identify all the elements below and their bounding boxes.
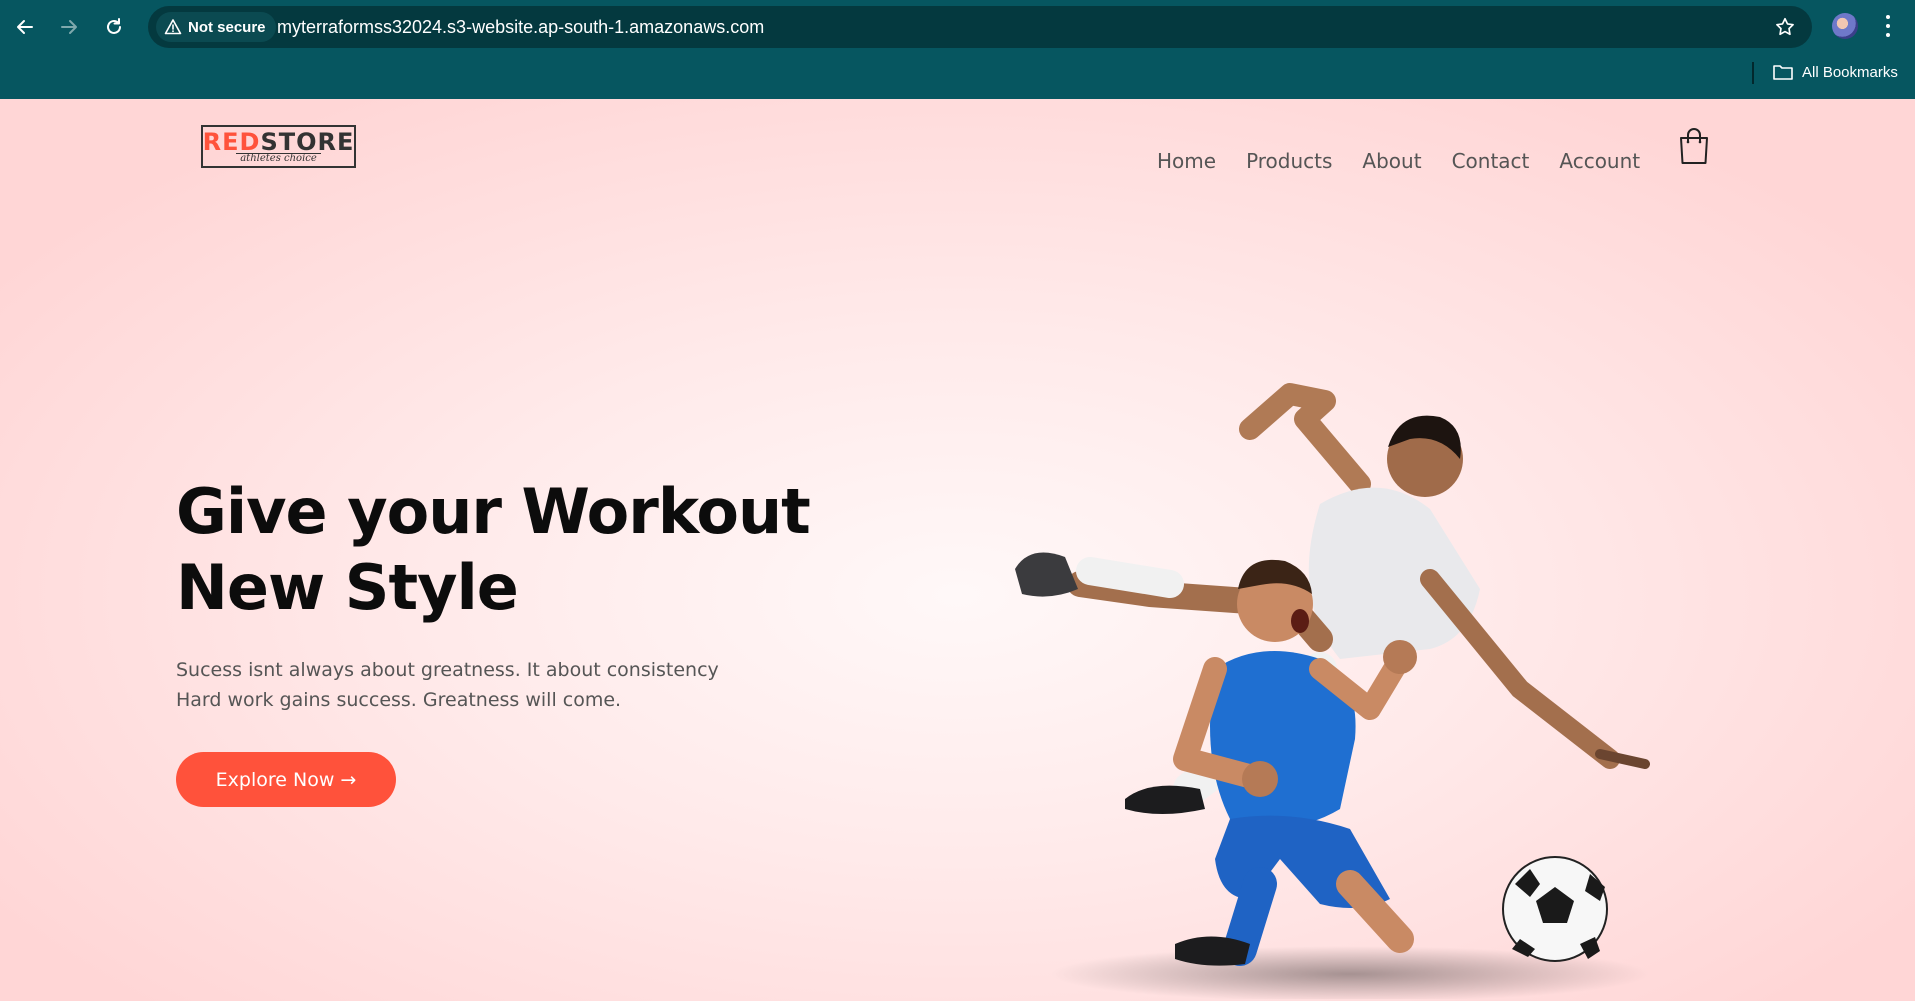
- nav-account[interactable]: Account: [1559, 149, 1640, 173]
- more-vert-icon[interactable]: [1880, 13, 1896, 39]
- hero-title-line-2: New Style: [176, 551, 519, 624]
- main-nav: Home Products About Contact Account: [1157, 149, 1640, 173]
- url-text[interactable]: myterraformss32024.s3-website.ap-south-1…: [277, 17, 764, 38]
- profile-avatar[interactable]: [1832, 13, 1858, 39]
- security-label: Not secure: [188, 18, 266, 36]
- back-button[interactable]: [10, 12, 40, 42]
- star-icon[interactable]: [1774, 16, 1796, 38]
- reload-button[interactable]: [99, 12, 129, 42]
- nav-products[interactable]: Products: [1246, 149, 1332, 173]
- warning-triangle-icon: [164, 19, 182, 35]
- hero-footballers-image: [1015, 383, 1650, 999]
- nav-about[interactable]: About: [1362, 149, 1421, 173]
- site-logo[interactable]: REDSTORE athletes choice: [201, 125, 356, 168]
- browser-chrome: Not secure myterraformss32024.s3-website…: [0, 0, 1915, 99]
- back-arrow-icon: [17, 20, 33, 34]
- hero-subtitle-line-1: Sucess isnt always about greatness. It a…: [176, 659, 719, 681]
- security-chip[interactable]: Not secure: [156, 12, 276, 42]
- nav-contact[interactable]: Contact: [1452, 149, 1530, 173]
- forward-button[interactable]: [54, 12, 84, 42]
- explore-now-button[interactable]: Explore Now →: [176, 752, 396, 807]
- hero-subtitle: Sucess isnt always about greatness. It a…: [176, 655, 816, 715]
- logo-wordmark: REDSTORE: [202, 127, 355, 156]
- football: [1502, 856, 1608, 962]
- page-viewport: REDSTORE athletes choice Home Products A…: [0, 99, 1915, 1001]
- logo-tagline: athletes choice: [236, 152, 321, 164]
- folder-icon: [1773, 65, 1793, 80]
- nav-home[interactable]: Home: [1157, 149, 1216, 173]
- reload-icon: [107, 18, 121, 34]
- hero-subtitle-line-2: Hard work gains success. Greatness will …: [176, 689, 622, 711]
- forward-arrow-icon: [61, 20, 77, 34]
- bookmarks-divider: [1752, 62, 1754, 84]
- hero-title: Give your Workout New Style: [176, 474, 936, 626]
- address-bar[interactable]: Not secure myterraformss32024.s3-website…: [148, 6, 1812, 48]
- shopping-bag-icon[interactable]: [1678, 127, 1710, 165]
- all-bookmarks-button[interactable]: All Bookmarks: [1772, 63, 1898, 81]
- all-bookmarks-label: All Bookmarks: [1802, 63, 1898, 81]
- hero-title-line-1: Give your Workout: [176, 475, 811, 548]
